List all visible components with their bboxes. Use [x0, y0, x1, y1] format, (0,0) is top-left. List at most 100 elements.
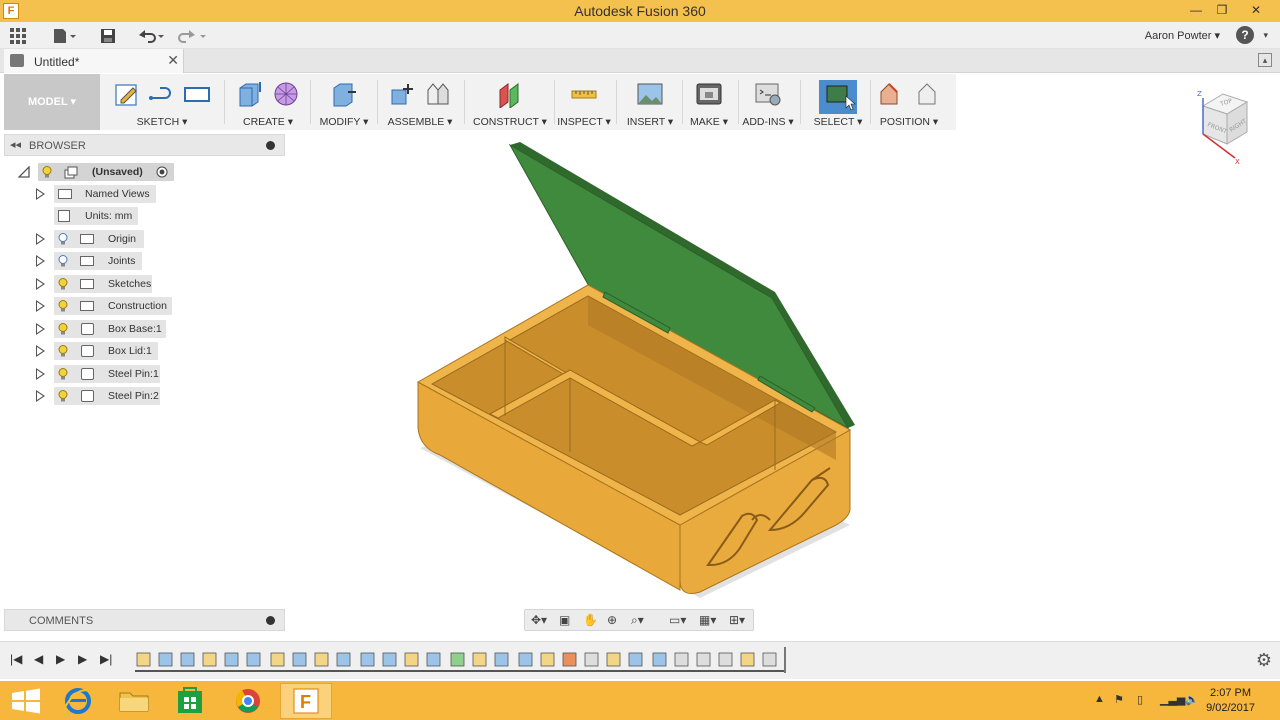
browser-item-construction[interactable]: Construction	[0, 297, 200, 315]
lightbulb-off-icon[interactable]	[58, 233, 68, 245]
browser-minimize-icon[interactable]	[266, 141, 275, 150]
workspace-switcher[interactable]: MODEL ▾	[4, 74, 100, 130]
construction-node[interactable]: Construction	[54, 297, 172, 315]
modify-group[interactable]: MODIFY ▾	[314, 74, 374, 130]
action-center-flag-icon[interactable]: ⚑	[1114, 693, 1124, 706]
rectangle-icon[interactable]	[183, 80, 211, 108]
scripts-addins-icon[interactable]	[754, 80, 782, 108]
form-icon[interactable]	[272, 80, 300, 108]
lightbulb-icon[interactable]	[58, 390, 68, 402]
lightbulb-icon[interactable]	[58, 300, 68, 312]
system-clock[interactable]: 2:07 PM 9/02/2017	[1206, 686, 1255, 716]
network-signal-icon[interactable]: ▁▃▅	[1160, 693, 1185, 706]
windows-store-icon[interactable]	[164, 683, 216, 719]
assemble-group[interactable]: ASSEMBLE ▾	[380, 74, 460, 130]
offset-plane-icon[interactable]	[496, 80, 524, 108]
capture-position-icon[interactable]	[877, 80, 905, 108]
expand-triangle-icon[interactable]	[36, 345, 45, 357]
steel-pin-2-node[interactable]: Steel Pin:2	[54, 387, 160, 405]
document-tab[interactable]: Untitled* ✕	[4, 49, 184, 73]
timeline-next-icon[interactable]: ▶	[78, 652, 87, 666]
activate-radio-icon[interactable]	[156, 166, 168, 178]
create-group[interactable]: CREATE ▾	[228, 74, 308, 130]
create-sketch-icon[interactable]	[113, 80, 141, 108]
box-base-node[interactable]: Box Base:1	[54, 320, 166, 338]
revert-position-icon[interactable]	[913, 80, 941, 108]
timeline-features[interactable]	[135, 650, 785, 670]
expand-triangle-icon[interactable]	[36, 323, 45, 335]
redo-icon[interactable]	[178, 26, 208, 45]
timeline-play-icon[interactable]: ▶	[56, 652, 65, 666]
volume-icon[interactable]: 🔈	[1185, 693, 1199, 706]
lightbulb-icon[interactable]	[58, 323, 68, 335]
browser-root-row[interactable]: (Unsaved)	[18, 163, 218, 181]
undo-icon[interactable]	[136, 26, 166, 45]
show-hidden-icons[interactable]: ▲	[1094, 693, 1105, 705]
insert-image-icon[interactable]	[636, 80, 664, 108]
user-account-menu[interactable]: Aaron Powter ▾	[1145, 29, 1220, 42]
timeline-marker[interactable]	[784, 647, 786, 673]
sketch-group[interactable]: SKETCH ▾	[104, 74, 220, 130]
select-tool-highlight[interactable]	[819, 80, 857, 114]
look-at-icon[interactable]: ▣	[559, 613, 570, 627]
browser-item-joints[interactable]: Joints	[0, 252, 200, 270]
chrome-icon[interactable]	[222, 683, 274, 719]
position-group[interactable]: POSITION ▾	[872, 74, 946, 130]
minimize-button[interactable]: —	[1182, 0, 1210, 22]
timeline-start-icon[interactable]: |◀	[10, 652, 22, 666]
close-tab-icon[interactable]: ✕	[167, 52, 179, 69]
browser-item-named-views[interactable]: Named Views	[0, 185, 200, 203]
comments-panel-header[interactable]: COMMENTS	[4, 609, 285, 631]
browser-item-steel-pin-1[interactable]: Steel Pin:1	[0, 365, 200, 383]
add-comment-icon[interactable]	[266, 616, 275, 625]
construct-group[interactable]: CONSTRUCT ▾	[468, 74, 552, 130]
3d-print-icon[interactable]	[695, 80, 723, 108]
inspect-group[interactable]: INSPECT ▾	[556, 74, 612, 130]
new-component-icon[interactable]	[388, 80, 416, 108]
battery-icon[interactable]: ▯	[1137, 693, 1143, 706]
browser-item-steel-pin-2[interactable]: Steel Pin:2	[0, 387, 200, 405]
make-group[interactable]: MAKE ▾	[684, 74, 734, 130]
add-ins-group[interactable]: ADD-INS ▾	[740, 74, 796, 130]
browser-item-box-lid[interactable]: Box Lid:1	[0, 342, 200, 360]
orbit-icon[interactable]: ✥▾	[531, 613, 547, 627]
expanded-triangle-icon[interactable]	[18, 166, 30, 178]
view-cube[interactable]: TOP FRONT RIGHT Z X	[1195, 88, 1265, 166]
named-views-node[interactable]: Named Views	[54, 185, 156, 203]
units-node[interactable]: Units: mm	[54, 207, 138, 225]
internet-explorer-icon[interactable]	[52, 683, 104, 719]
save-icon[interactable]	[100, 26, 116, 45]
browser-panel-header[interactable]: ◂◂ BROWSER	[4, 134, 285, 156]
measure-icon[interactable]	[570, 80, 598, 108]
browser-item-units[interactable]: Units: mm	[0, 207, 200, 225]
expand-triangle-icon[interactable]	[36, 188, 45, 200]
pan-icon[interactable]: ✋	[583, 613, 598, 627]
fit-icon[interactable]: ⌕▾	[631, 613, 644, 628]
file-menu-icon[interactable]	[52, 26, 78, 45]
expand-triangle-icon[interactable]	[36, 300, 45, 312]
expand-triangle-icon[interactable]	[36, 233, 45, 245]
extrude-icon[interactable]	[236, 80, 264, 108]
browser-item-origin[interactable]: Origin	[0, 230, 200, 248]
joint-icon[interactable]	[424, 80, 452, 108]
expand-triangle-icon[interactable]	[36, 278, 45, 290]
insert-group[interactable]: INSERT ▾	[622, 74, 678, 130]
timeline-settings-gear-icon[interactable]: ⚙	[1256, 650, 1272, 671]
browser-item-sketches[interactable]: Sketches	[0, 275, 200, 293]
origin-node[interactable]: Origin	[54, 230, 144, 248]
expand-triangle-icon[interactable]	[36, 390, 45, 402]
steel-pin-1-node[interactable]: Steel Pin:1	[54, 365, 160, 383]
help-dropdown-icon[interactable]: ▾	[1263, 30, 1268, 41]
grid-settings-icon[interactable]: ▦▾	[699, 613, 716, 627]
expand-triangle-icon[interactable]	[36, 368, 45, 380]
root-component-node[interactable]: (Unsaved)	[38, 163, 174, 181]
zoom-icon[interactable]: ⊕	[607, 613, 617, 627]
start-button[interactable]	[0, 683, 52, 719]
lightbulb-icon[interactable]	[58, 345, 68, 357]
joints-node[interactable]: Joints	[54, 252, 142, 270]
restore-button[interactable]: ❐	[1208, 0, 1236, 22]
tab-overflow-icon[interactable]: ▴	[1258, 53, 1272, 67]
display-settings-icon[interactable]: ▭▾	[669, 613, 686, 627]
fusion-360-taskbar-icon[interactable]: F	[280, 683, 332, 719]
lightbulb-icon[interactable]	[42, 166, 52, 178]
